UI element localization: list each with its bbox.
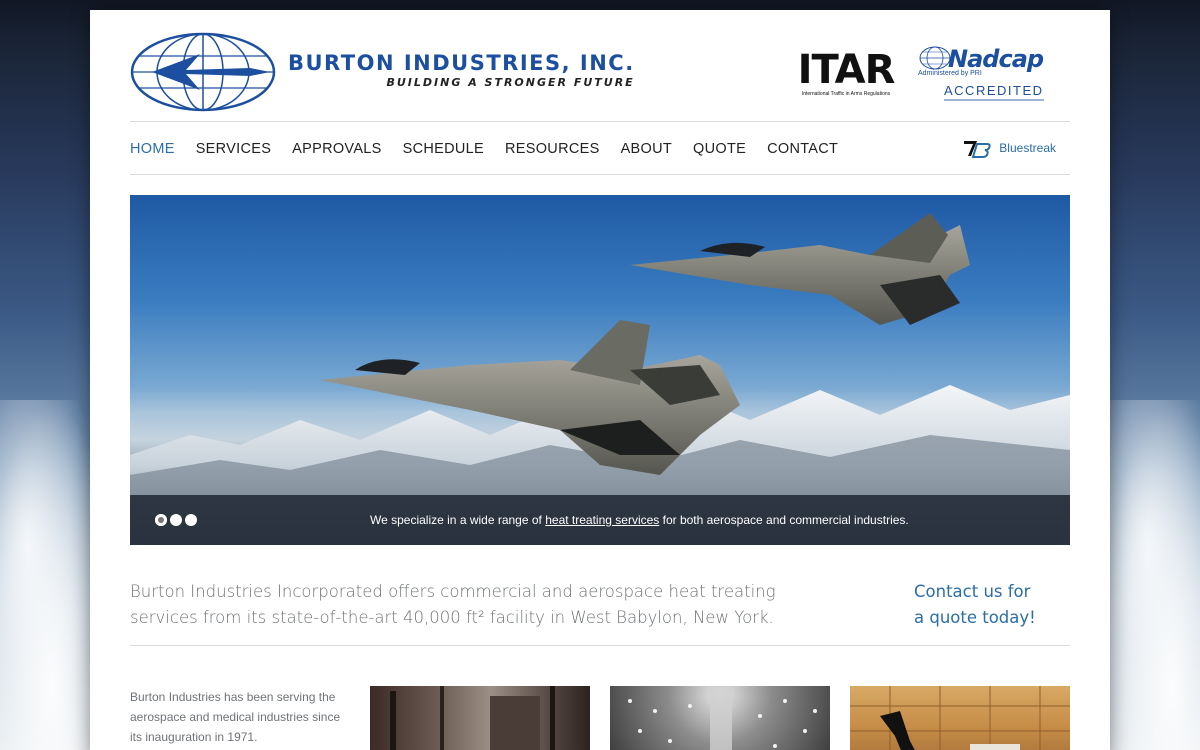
intro-section: Burton Industries Incorporated offers co…	[130, 565, 1070, 655]
about-line-2: aerospace and medical industries since	[130, 710, 341, 724]
hero-jets-image	[130, 213, 1070, 545]
slider-caption-bar: We specialize in a wide range of heat tr…	[130, 495, 1070, 545]
bluestreak-label: Bluestreak	[999, 141, 1056, 155]
contact-quote-cta[interactable]: Contact us for a quote today!	[914, 579, 1064, 631]
facility-thumbnail[interactable]	[370, 686, 590, 750]
slider-dot-1[interactable]	[155, 514, 167, 526]
slider-caption: We specialize in a wide range of heat tr…	[370, 513, 909, 527]
background-clouds	[1100, 400, 1200, 750]
intro-text: Burton Industries Incorporated offers co…	[130, 579, 830, 631]
parts-thumbnail[interactable]	[610, 686, 830, 750]
slider-pagination	[155, 514, 200, 526]
warehouse-photo	[850, 686, 1070, 750]
page-container: BURTON INDUSTRIES, INC. BUILDING A STRON…	[90, 10, 1110, 750]
warehouse-thumbnail[interactable]	[850, 686, 1070, 750]
caption-text-before: We specialize in a wide range of	[370, 513, 546, 527]
nadcap-admin-text: Administered by PRI	[918, 70, 982, 77]
nav-item-schedule[interactable]: SCHEDULE	[403, 141, 484, 157]
nav-item-resources[interactable]: RESOURCES	[505, 141, 600, 157]
nav-item-home[interactable]: HOME	[130, 141, 175, 157]
nadcap-logo-text: Nadcap	[948, 45, 1044, 73]
nav-item-services[interactable]: SERVICES	[196, 141, 271, 157]
slider-dot-2[interactable]	[170, 514, 182, 526]
site-header: BURTON INDUSTRIES, INC. BUILDING A STRON…	[130, 10, 1070, 121]
intro-line-1: Burton Industries Incorporated offers co…	[130, 582, 776, 601]
slider-dot-3[interactable]	[185, 514, 197, 526]
brand-block[interactable]: BURTON INDUSTRIES, INC. BUILDING A STRON…	[288, 51, 635, 89]
nav-item-approvals[interactable]: APPROVALS	[292, 141, 381, 157]
nav-item-quote[interactable]: QUOTE	[693, 141, 746, 157]
itar-badge: ITAR International Traffic in Arms Regul…	[794, 50, 898, 97]
nav-item-contact[interactable]: CONTACT	[767, 141, 838, 157]
itar-logo-text: ITAR	[797, 47, 896, 93]
background-clouds	[0, 400, 100, 750]
bluestreak-logo-icon	[964, 141, 991, 158]
nav-divider	[130, 174, 1070, 175]
about-line-3: its inauguration in 1971.	[130, 730, 258, 744]
cta-line-2: a quote today!	[914, 608, 1036, 627]
heat-treating-services-link[interactable]: heat treating services	[545, 513, 659, 527]
parts-photo	[628, 686, 817, 750]
about-text: Burton Industries has been serving the a…	[130, 687, 350, 747]
company-name: BURTON INDUSTRIES, INC.	[288, 51, 635, 75]
nadcap-accredited-text: ACCREDITED	[944, 83, 1044, 101]
company-tagline: BUILDING A STRONGER FUTURE	[386, 76, 635, 89]
main-nav: HOME SERVICES APPROVALS SCHEDULE RESOURC…	[130, 122, 1070, 174]
caption-text-after: for both aerospace and commercial indust…	[659, 513, 909, 527]
cta-line-1: Contact us for	[914, 582, 1031, 601]
intro-divider	[130, 645, 1070, 646]
itar-subtitle: International Traffic in Arms Regulation…	[801, 91, 891, 97]
globe-jet-logo-icon[interactable]	[130, 32, 276, 112]
hero-slider[interactable]: We specialize in a wide range of heat tr…	[130, 195, 1070, 545]
nadcap-globe-icon	[919, 46, 951, 70]
intro-line-2: services from its state-of-the-art 40,00…	[130, 608, 774, 627]
bluestreak-link[interactable]: Bluestreak	[963, 138, 1056, 158]
nav-item-about[interactable]: ABOUT	[621, 141, 672, 157]
facility-photo	[390, 686, 555, 750]
about-line-1: Burton Industries has been serving the	[130, 690, 336, 704]
